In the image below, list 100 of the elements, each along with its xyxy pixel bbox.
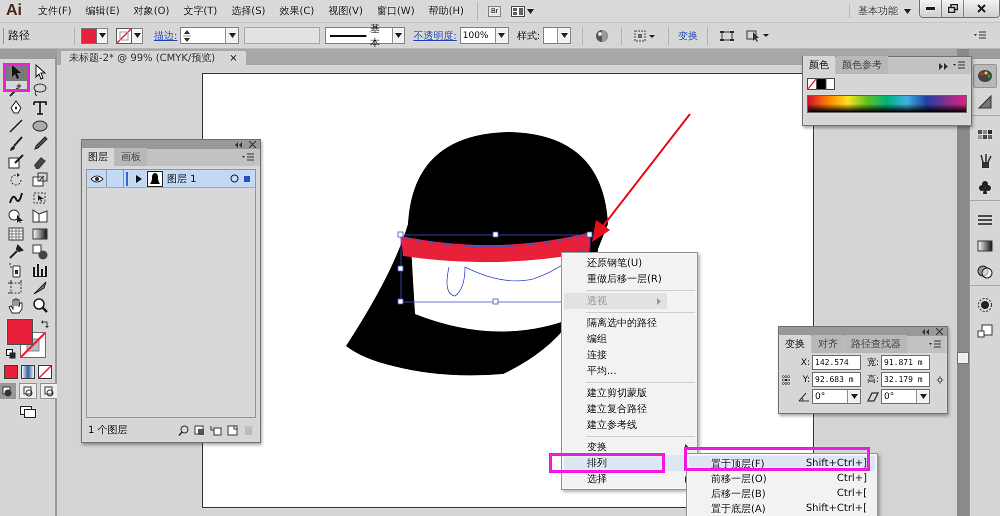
panel-tab[interactable]: 对齐 — [812, 335, 844, 353]
menu-item[interactable]: 编组 — [564, 331, 695, 347]
menu-item[interactable]: 编辑(E) — [78, 4, 127, 18]
number-field[interactable]: 32.179 m — [881, 372, 930, 387]
menu-item[interactable]: 建立复合路径 — [564, 401, 695, 417]
draw-normal-icon[interactable] — [0, 383, 16, 399]
graphic-style-dropdown[interactable] — [543, 27, 572, 44]
menu-item[interactable]: 视图(V) — [321, 4, 370, 18]
panel-tab[interactable]: 颜色 — [803, 56, 835, 74]
eyedropper-tool-icon[interactable] — [6, 243, 24, 261]
color-spectrum-bar[interactable] — [807, 95, 967, 113]
expand-options-icon[interactable] — [939, 63, 948, 70]
menu-item[interactable]: 重做后移一层(R) — [564, 271, 695, 287]
transform-link[interactable]: 变换 — [678, 28, 698, 42]
panel-menu-icon[interactable] — [929, 340, 941, 349]
line-tool-icon[interactable] — [6, 117, 24, 135]
eye-icon[interactable] — [90, 174, 104, 182]
fill-color-dropdown[interactable] — [81, 28, 108, 44]
search-icon[interactable] — [178, 424, 189, 436]
menu-item[interactable]: 文字(T) — [176, 4, 224, 18]
menu-item[interactable]: 对象(O) — [126, 4, 176, 18]
club-icon[interactable] — [977, 179, 993, 195]
arrange-documents-button[interactable] — [510, 6, 534, 16]
magic-wand-tool-icon[interactable] — [6, 81, 24, 99]
menu-item[interactable]: 还原钢笔(U) — [564, 255, 695, 271]
target-circle-icon[interactable] — [230, 174, 239, 183]
fill-color-box[interactable] — [6, 319, 32, 345]
menu-item[interactable]: 文件(F) — [31, 4, 79, 18]
new-sublayer-icon[interactable] — [210, 424, 222, 436]
reference-point-icon[interactable] — [782, 372, 790, 386]
color-guide-icon[interactable] — [977, 94, 993, 110]
panel-tab[interactable]: 颜色参考 — [836, 56, 888, 74]
transparency-icon[interactable] — [977, 264, 993, 280]
rotate-dropdown[interactable]: 0° — [812, 389, 861, 404]
panel-tab[interactable]: 画板 — [115, 148, 147, 166]
swap-arrows-icon[interactable] — [40, 319, 50, 328]
workspace-switcher[interactable]: 基本功能 — [849, 4, 919, 18]
draw-behind-icon[interactable] — [18, 383, 36, 399]
close-button[interactable] — [964, 0, 999, 17]
stroke-link[interactable]: 描边: — [154, 28, 178, 42]
layer-row[interactable]: 图层 1 — [87, 170, 255, 188]
perspective-grid-tool-icon[interactable] — [30, 207, 48, 225]
screen-mode-icon[interactable] — [20, 406, 36, 418]
shape-builder-tool-icon[interactable] — [6, 207, 24, 225]
expand-triangle-icon[interactable] — [136, 174, 142, 182]
close-icon[interactable] — [936, 328, 943, 335]
align-selection-icon[interactable] — [634, 30, 656, 42]
zoom-tool-icon[interactable] — [30, 297, 48, 315]
panel-menu-icon[interactable] — [953, 61, 965, 70]
default-colors-icon[interactable] — [6, 349, 16, 359]
menu-item[interactable]: 帮助(H) — [422, 4, 471, 18]
number-field[interactable]: 142.574 — [812, 355, 861, 370]
select-similar-icon[interactable] — [746, 29, 770, 42]
menu-item[interactable]: 建立参考线 — [564, 417, 695, 433]
scrollbar-thumb[interactable] — [957, 352, 969, 364]
appearance-icon[interactable] — [977, 297, 993, 313]
panel-tab[interactable]: 变换 — [779, 335, 811, 353]
isolate-icon[interactable] — [720, 30, 734, 42]
close-icon[interactable] — [249, 141, 256, 148]
menu-item[interactable]: 前移一层(O) Ctrl+] — [689, 471, 875, 486]
menu-item[interactable]: 连接 — [564, 347, 695, 363]
selected-art-square-icon[interactable] — [243, 174, 251, 182]
minimize-button[interactable] — [920, 0, 942, 17]
opacity-field[interactable]: 100% — [460, 27, 509, 44]
color-mode-icon[interactable] — [4, 365, 18, 379]
hand-tool-icon[interactable] — [6, 297, 24, 315]
link-proportions-icon[interactable] — [936, 374, 944, 386]
none-mode-icon[interactable] — [38, 365, 52, 379]
scale-tool-icon[interactable] — [30, 171, 48, 189]
draw-inside-icon[interactable] — [40, 383, 58, 399]
new-layer-icon[interactable] — [227, 424, 238, 436]
stroke-weight-field[interactable] — [180, 27, 240, 44]
menu-item[interactable]: 平均... — [564, 363, 695, 379]
blob-brush-tool-icon[interactable] — [6, 153, 24, 171]
gradient-mode-icon[interactable] — [20, 365, 34, 379]
menu-item[interactable]: 建立剪切蒙版 — [564, 385, 695, 401]
panel-tab[interactable]: 路径查找器 — [845, 335, 907, 353]
gradient-icon[interactable] — [977, 238, 993, 254]
tab-close-button[interactable]: × — [229, 52, 238, 64]
blend-tool-icon[interactable] — [30, 243, 48, 261]
symbols-icon[interactable] — [977, 323, 993, 339]
panel-menu-icon[interactable] — [242, 153, 254, 162]
menu-item[interactable]: 窗口(W) — [370, 4, 422, 18]
number-field[interactable]: 92.683 m — [812, 372, 861, 387]
document-tab[interactable]: 未标题-2* @ 99% (CMYK/预览) × — [61, 51, 246, 65]
opacity-link[interactable]: 不透明度: — [413, 28, 457, 42]
clipping-mask-icon[interactable] — [194, 424, 205, 436]
panel-tab[interactable]: 图层 — [82, 148, 114, 166]
menu-item[interactable]: 效果(C) — [272, 4, 322, 18]
graph-tool-icon[interactable] — [30, 261, 48, 279]
menu-item[interactable]: 置于底层(A) Shift+Ctrl+[ — [689, 501, 875, 516]
type-tool-icon[interactable] — [30, 99, 48, 117]
number-field[interactable]: 91.871 m — [881, 355, 930, 370]
menu-item[interactable]: 选择(S) — [224, 4, 272, 18]
panel-menu-icon[interactable] — [974, 31, 986, 40]
restore-button[interactable] — [942, 0, 964, 17]
recolor-icon[interactable] — [595, 28, 610, 42]
lasso-tool-icon[interactable] — [30, 81, 48, 99]
menu-item[interactable]: 后移一层(B) Ctrl+[ — [689, 486, 875, 501]
mesh-tool-icon[interactable] — [6, 225, 24, 243]
